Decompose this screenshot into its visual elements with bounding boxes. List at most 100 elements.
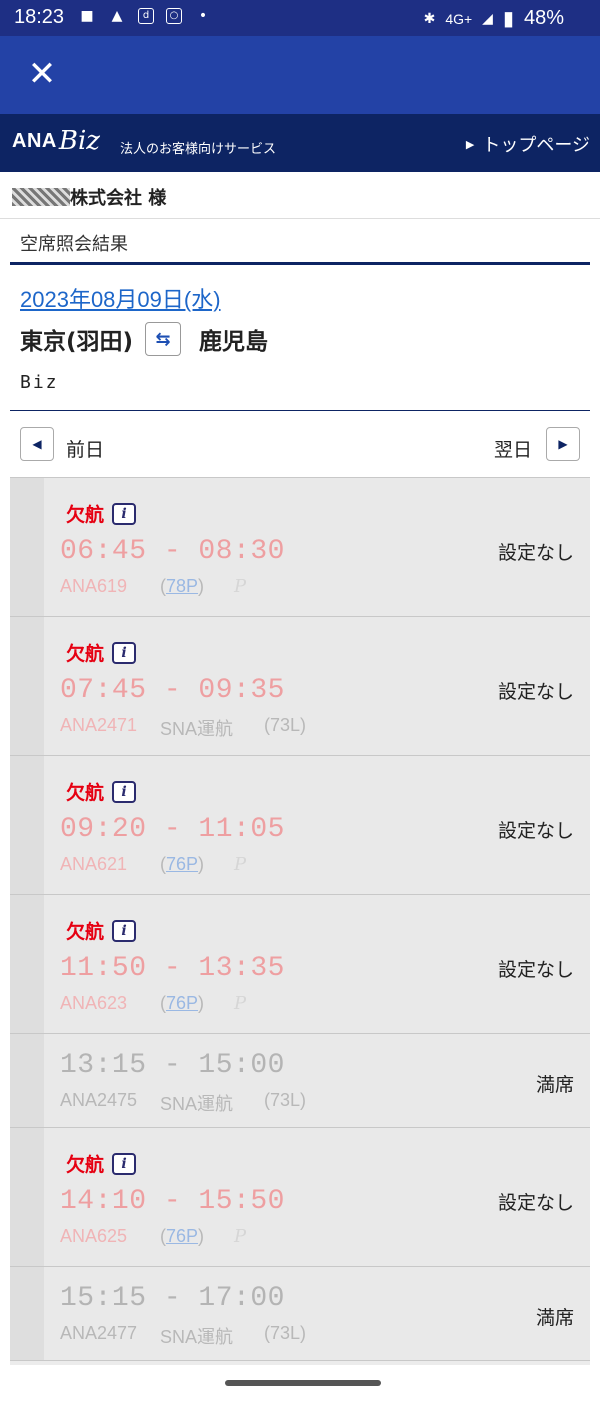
fare-type: Biz	[20, 372, 59, 393]
seat-status: 設定なし	[497, 959, 574, 981]
home-gesture-pill[interactable]	[225, 1380, 381, 1386]
logo-biz: Biz	[58, 126, 100, 156]
seat-status: 満席	[535, 1307, 574, 1329]
cancel-line: 欠航 i	[66, 917, 137, 944]
aircraft-type-wrap: (78P)	[160, 576, 205, 596]
top-page-link[interactable]: ▶ トップページ	[466, 131, 590, 157]
instagram-icon: ○	[166, 8, 182, 24]
flight-number: ANA2471	[60, 715, 138, 735]
cancel-line: 欠航 i	[66, 639, 137, 666]
flight-row[interactable]: 欠航 i 07:45 - 09:35 ANA2471 SNA運航 (73L) 設定なし	[10, 617, 590, 756]
section-title: 空席照会結果	[20, 234, 128, 255]
flight-number: ANA2477	[60, 1323, 138, 1343]
seat-status: 設定なし	[497, 820, 574, 842]
swap-arrows-icon: ⇆	[155, 328, 171, 350]
origin: 東京(羽田)	[20, 329, 134, 355]
close-icon[interactable]: ✕	[24, 56, 60, 92]
company-name: 株式会社 様	[12, 184, 166, 210]
bluetooth-icon: ✱	[423, 10, 436, 26]
aircraft-link[interactable]: 78P	[166, 576, 198, 596]
flight-number: ANA623	[60, 993, 128, 1013]
next-day-button[interactable]: ▶	[546, 427, 580, 461]
flight-details: ANA623 (76P) P	[60, 993, 246, 1014]
info-icon[interactable]: i	[112, 641, 137, 664]
flight-times: 09:20 - 11:05	[60, 814, 285, 845]
flight-number: ANA625	[60, 1226, 128, 1246]
divider	[10, 410, 590, 411]
flight-row[interactable]: 欠航 i 11:50 - 13:35 ANA623 (76P) P 設定なし	[10, 895, 590, 1034]
date-link[interactable]: 2023年08月09日(水)	[20, 282, 221, 314]
destination: 鹿児島	[199, 329, 269, 355]
aircraft-type: (73L)	[264, 715, 307, 735]
premium-seat-icon: P	[234, 854, 247, 875]
flight-row[interactable]: 欠航 i 09:20 - 11:05 ANA621 (76P) P 設定なし	[10, 756, 590, 895]
top-page-label: トップページ	[482, 135, 590, 156]
triangle-right-icon: ▶	[465, 137, 475, 151]
flight-number: ANA621	[60, 854, 128, 874]
ana-biz-logo: ANA Biz	[12, 126, 100, 156]
status-bar: 18:23 ■ ▲ d ○ • ✱ 4G+ ◢ ▮ 48%	[0, 0, 600, 36]
triangle-right-icon: ▶	[558, 437, 568, 451]
flight-details: ANA2477 SNA運航 (73L)	[60, 1323, 306, 1349]
previous-day-label[interactable]: 前日	[66, 435, 104, 462]
route: 東京(羽田) ⇆ 鹿児島	[20, 322, 268, 356]
aircraft-type: (73L)	[264, 1323, 307, 1343]
status-time: 18:23	[14, 6, 65, 28]
signal-icon: ◢	[482, 10, 493, 26]
row-stripe	[10, 1034, 44, 1127]
app-bar: ✕	[0, 36, 600, 114]
cancelled-label: 欠航	[66, 504, 105, 526]
operator: SNA運航	[160, 1094, 234, 1114]
aircraft-link[interactable]: 76P	[166, 993, 198, 1013]
next-day-label[interactable]: 翌日	[494, 435, 532, 462]
divider	[10, 262, 590, 265]
dot-icon: •	[198, 8, 208, 24]
flight-row[interactable]: 13:15 - 15:00 ANA2475 SNA運航 (73L) 満席	[10, 1034, 590, 1128]
seat-status: 満席	[535, 1074, 574, 1096]
aircraft-type-wrap: (76P)	[160, 1226, 205, 1246]
row-stripe	[10, 1128, 44, 1266]
brand-subtitle: 法人のお客様向けサービス	[120, 142, 277, 157]
flight-list[interactable]: 欠航 i 06:45 - 08:30 ANA619 (78P) P 設定なし 欠航 i 07:45…	[10, 477, 590, 1365]
flight-row[interactable]: 15:15 - 17:00 ANA2477 SNA運航 (73L) 満席	[10, 1267, 590, 1361]
info-icon[interactable]: i	[112, 780, 137, 803]
game-icon: ■	[80, 8, 94, 24]
cancel-line: 欠航 i	[66, 1150, 137, 1177]
logo-ana: ANA	[12, 129, 57, 152]
flight-row[interactable]: 欠航 i 06:45 - 08:30 ANA619 (78P) P 設定なし	[10, 478, 590, 617]
aircraft-link[interactable]: 76P	[166, 1226, 198, 1246]
flight-details: ANA619 (78P) P	[60, 576, 246, 597]
swap-route-button[interactable]: ⇆	[145, 322, 182, 356]
operator: SNA運航	[160, 1327, 234, 1347]
flag-icon: ▲	[111, 8, 123, 24]
d-app-icon: d	[138, 8, 154, 24]
previous-day-button[interactable]: ◀	[20, 427, 54, 461]
premium-seat-icon: P	[234, 1226, 247, 1247]
flight-times: 15:15 - 17:00	[60, 1283, 285, 1314]
flight-times: 14:10 - 15:50	[60, 1186, 285, 1217]
brand-bar: ANA Biz 法人のお客様向けサービス ▶ トップページ	[0, 114, 600, 172]
flight-times: 11:50 - 13:35	[60, 953, 285, 984]
info-icon[interactable]: i	[112, 1152, 137, 1175]
row-stripe	[10, 756, 44, 894]
seat-status: 設定なし	[497, 1192, 574, 1214]
flight-number: ANA2475	[60, 1090, 138, 1110]
flight-times: 06:45 - 08:30	[60, 536, 285, 567]
aircraft-link[interactable]: 76P	[166, 854, 198, 874]
info-icon[interactable]: i	[112, 919, 137, 942]
aircraft-type-wrap: (76P)	[160, 993, 205, 1013]
system-nav-bar	[0, 1366, 600, 1401]
row-stripe	[10, 617, 44, 755]
premium-seat-icon: P	[234, 993, 247, 1014]
info-icon[interactable]: i	[112, 502, 137, 525]
aircraft-type-wrap: (76P)	[160, 854, 205, 874]
flight-details: ANA2471 SNA運航 (73L)	[60, 715, 306, 741]
flight-row[interactable]: 欠航 i 14:10 - 15:50 ANA625 (76P) P 設定なし	[10, 1128, 590, 1267]
seat-status: 設定なし	[497, 542, 574, 564]
row-stripe	[10, 478, 44, 616]
row-stripe	[10, 1267, 44, 1360]
notification-icons: ■ ▲ d ○ •	[78, 7, 212, 25]
flight-times: 07:45 - 09:35	[60, 675, 285, 706]
flight-number: ANA619	[60, 576, 128, 596]
cancel-line: 欠航 i	[66, 778, 137, 805]
